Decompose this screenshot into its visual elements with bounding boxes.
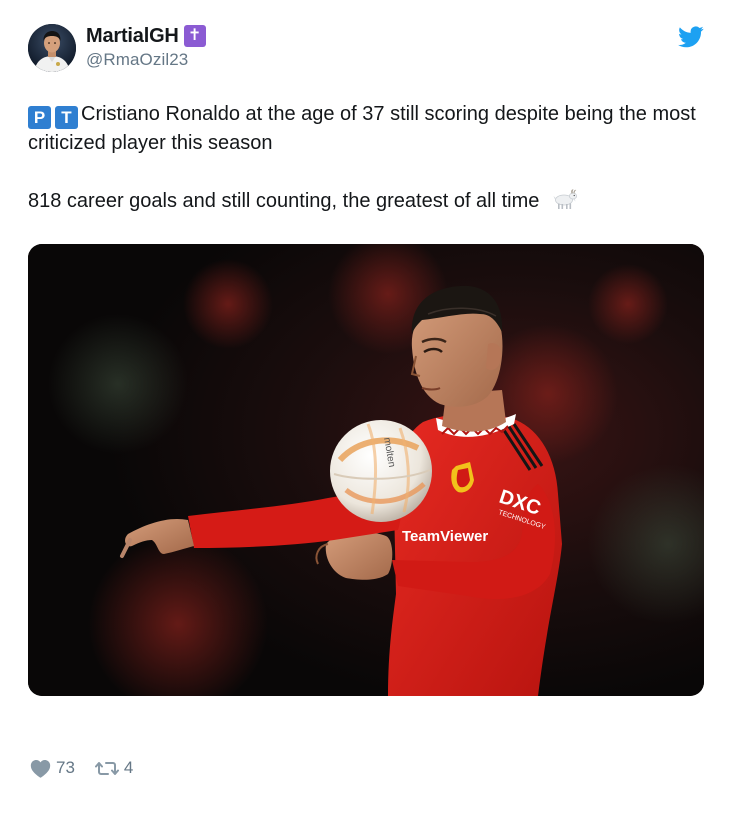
- football-ball: molten: [330, 420, 432, 522]
- twitter-bird-icon[interactable]: [678, 26, 704, 48]
- cross-emoji-icon: ✝: [183, 25, 206, 47]
- tweet-paragraph-2: 818 career goals and still counting, the…: [28, 187, 700, 216]
- author-block[interactable]: MartialGH ✝ @RmaOzil23: [86, 24, 206, 70]
- tweet-line-1: Cristiano Ronaldo at the age of 37 still…: [28, 103, 696, 154]
- retweet-count: 4: [123, 758, 134, 777]
- avatar[interactable]: [28, 24, 76, 72]
- portugal-flag-emoji: P T: [28, 106, 78, 129]
- tweet-card: MartialGH ✝ @RmaOzil23 P T Cristiano Ron…: [0, 0, 730, 823]
- regional-indicator-t: T: [55, 106, 78, 129]
- tweet-line-2: 818 career goals and still counting, the…: [28, 190, 540, 212]
- display-name-row: MartialGH ✝: [86, 24, 206, 48]
- retweet-icon: [94, 761, 119, 775]
- tweet-actions: 73 4: [30, 756, 153, 780]
- tweet-paragraph-1: P T Cristiano Ronaldo at the age of 37 s…: [28, 100, 700, 158]
- retweet-button[interactable]: 4: [94, 758, 134, 778]
- tweet-text: P T Cristiano Ronaldo at the age of 37 s…: [28, 100, 700, 216]
- regional-indicator-p: P: [28, 106, 51, 129]
- display-name[interactable]: MartialGH: [86, 25, 179, 48]
- like-count: 73: [56, 758, 75, 777]
- avatar-photo-icon: [28, 24, 76, 72]
- like-button[interactable]: 73: [30, 758, 75, 778]
- heart-icon: [30, 759, 51, 778]
- tweet-media-photo[interactable]: DXC TECHNOLOGY TeamViewer molten: [28, 244, 704, 696]
- ronaldo-photo: DXC TECHNOLOGY TeamViewer molten: [28, 244, 704, 696]
- jersey-sponsor-text: TeamViewer: [402, 528, 488, 545]
- user-handle[interactable]: @RmaOzil23: [86, 50, 206, 70]
- goat-emoji: [553, 189, 577, 209]
